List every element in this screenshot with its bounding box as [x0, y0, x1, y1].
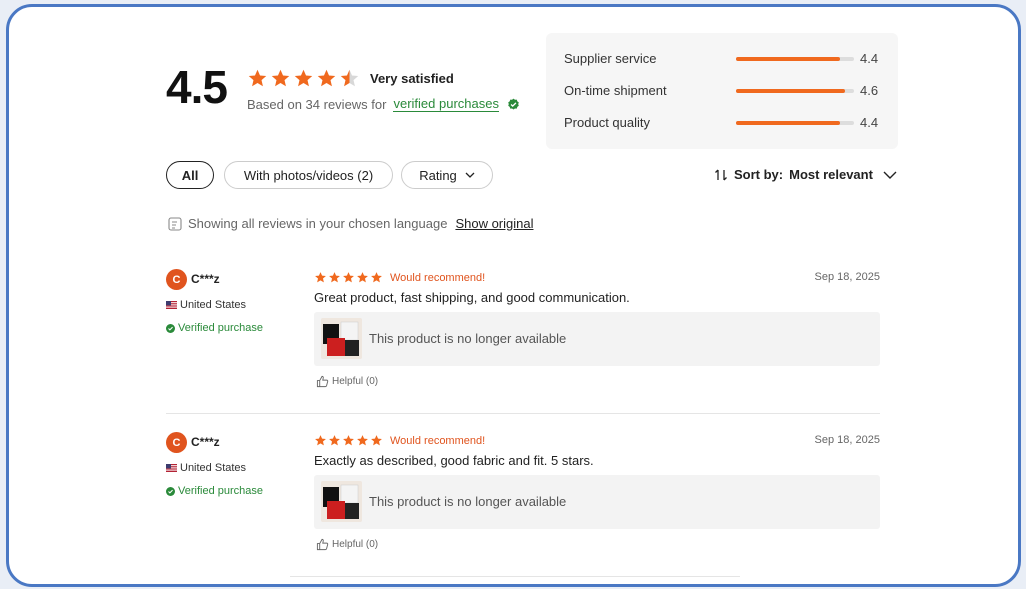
star-icon — [328, 271, 341, 284]
verified-badge-icon — [508, 98, 519, 110]
language-notice: Showing all reviews in your chosen langu… — [168, 216, 533, 231]
star-icon — [270, 68, 291, 89]
star-icon — [316, 68, 337, 89]
helpful-button[interactable]: Helpful (0) — [316, 375, 378, 388]
product-unavailable-text: This product is no longer available — [369, 494, 567, 509]
recommend-label: Would recommend! — [390, 271, 486, 284]
score-row-on-time-shipment: On-time shipment 4.6 — [564, 80, 884, 100]
product-thumbnail — [321, 481, 362, 522]
score-label: On-time shipment — [564, 83, 667, 98]
review-divider — [166, 413, 880, 414]
us-flag-icon — [166, 301, 177, 309]
sort-value: Most relevant — [789, 167, 873, 182]
filter-rating-dropdown[interactable]: Rating — [401, 161, 493, 189]
helpful-button[interactable]: Helpful (0) — [316, 538, 378, 551]
review-text: Great product, fast shipping, and good c… — [314, 290, 630, 305]
half-star-icon — [339, 68, 360, 89]
verified-purchase-label: Verified purchase — [178, 322, 263, 334]
score-row-supplier-service: Supplier service 4.4 — [564, 48, 884, 68]
star-icon — [342, 271, 355, 284]
star-icon — [328, 434, 341, 447]
thumbs-up-icon — [316, 375, 329, 388]
score-value: 4.6 — [860, 83, 879, 98]
thumbs-up-icon — [316, 538, 329, 551]
filter-all-button[interactable]: All — [166, 161, 214, 189]
star-icon — [342, 434, 355, 447]
star-icon — [293, 68, 314, 89]
overall-rating: 4.5 — [166, 61, 228, 113]
score-row-product-quality: Product quality 4.4 — [564, 112, 884, 132]
language-notice-text: Showing all reviews in your chosen langu… — [188, 216, 448, 231]
review-count-line: Based on 34 reviews for verified purchas… — [247, 96, 520, 112]
review-text: Exactly as described, good fabric and fi… — [314, 453, 594, 468]
helpful-label: Helpful (0) — [332, 539, 379, 550]
score-label: Supplier service — [564, 51, 657, 66]
filter-photos-button[interactable]: With photos/videos (2) — [224, 161, 393, 189]
review-stars: Would recommend! — [314, 271, 485, 284]
satisfaction-label: Very satisfied — [370, 71, 454, 86]
review-stars: Would recommend! — [314, 434, 485, 447]
review-panel-frame: 4.5 Very satisfied Based on 34 reviews f… — [6, 4, 1021, 587]
verified-purchase-badge: Verified purchase — [166, 485, 263, 497]
review-divider — [290, 576, 740, 577]
star-icon — [370, 271, 383, 284]
country-name: United States — [180, 462, 247, 474]
score-bar-fill — [736, 57, 840, 61]
score-bar — [736, 57, 854, 61]
verified-purchase-badge: Verified purchase — [166, 322, 263, 334]
reviewer-name: C***z — [191, 272, 220, 286]
us-flag-icon — [166, 464, 177, 472]
sort-dropdown[interactable]: Sort by: Most relevant — [714, 167, 897, 182]
chevron-down-icon — [465, 172, 475, 178]
chevron-down-icon — [883, 171, 897, 179]
country-name: United States — [180, 299, 247, 311]
helpful-label: Helpful (0) — [332, 376, 379, 387]
product-thumbnail — [321, 318, 362, 359]
star-icon — [356, 434, 369, 447]
overall-stars: Very satisfied — [247, 68, 454, 89]
product-unavailable-text: This product is no longer available — [369, 331, 567, 346]
star-icon — [356, 271, 369, 284]
review-date: Sep 18, 2025 — [814, 271, 880, 283]
score-label: Product quality — [564, 115, 650, 130]
recommend-label: Would recommend! — [390, 434, 486, 447]
star-icon — [370, 434, 383, 447]
avatar: C — [166, 432, 187, 453]
verified-purchases-link[interactable]: verified purchases — [393, 96, 499, 112]
avatar: C — [166, 269, 187, 290]
review-date: Sep 18, 2025 — [814, 434, 880, 446]
score-value: 4.4 — [860, 115, 879, 130]
reviewer-country: United States — [166, 299, 246, 311]
translate-icon — [168, 216, 182, 231]
reviewer-name: C***z — [191, 435, 220, 449]
score-bar-fill — [736, 89, 845, 93]
verified-purchase-label: Verified purchase — [178, 485, 263, 497]
score-bar — [736, 121, 854, 125]
score-bar-fill — [736, 121, 840, 125]
verified-check-icon — [166, 486, 175, 496]
score-value: 4.4 — [860, 51, 879, 66]
product-card[interactable]: This product is no longer available — [314, 312, 880, 366]
sort-prefix: Sort by: — [734, 167, 784, 182]
score-bar — [736, 89, 854, 93]
score-breakdown-panel: Supplier service 4.4 On-time shipment 4.… — [546, 33, 898, 149]
show-original-link[interactable]: Show original — [455, 216, 533, 231]
filter-rating-label: Rating — [419, 167, 457, 183]
reviewer-country: United States — [166, 462, 246, 474]
star-icon — [247, 68, 268, 89]
verified-check-icon — [166, 323, 175, 333]
star-icon — [314, 271, 327, 284]
star-icon — [314, 434, 327, 447]
product-card[interactable]: This product is no longer available — [314, 475, 880, 529]
review-count-text: Based on 34 reviews for — [247, 96, 387, 112]
sort-icon — [715, 169, 727, 180]
